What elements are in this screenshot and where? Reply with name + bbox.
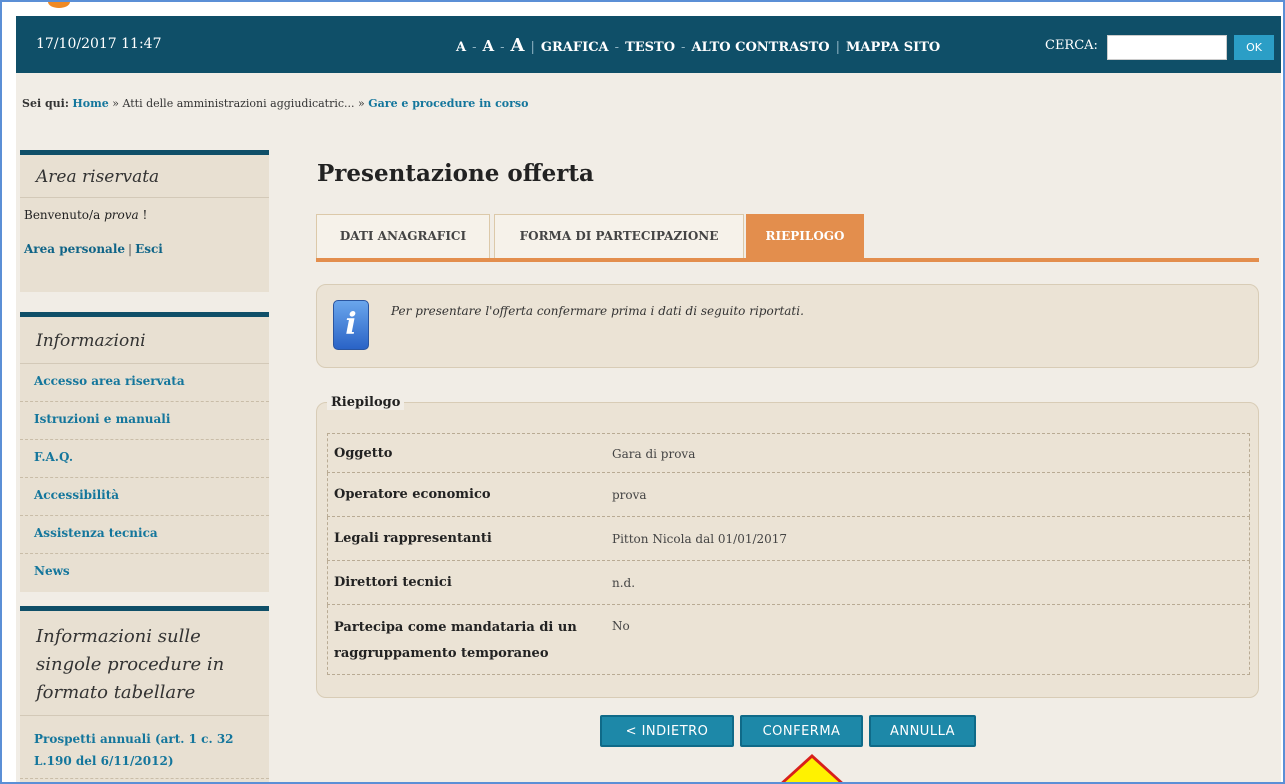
font-size-medium-link[interactable]: A: [483, 37, 495, 55]
row-key: Legali rappresentanti: [334, 531, 492, 546]
grafica-link[interactable]: GRAFICA: [541, 40, 609, 55]
tab-riepilogo[interactable]: RIEPILOGO: [746, 214, 864, 258]
sidebar-item-istruzioni[interactable]: Istruzioni e manuali: [20, 402, 269, 440]
search-label: CERCA:: [1045, 38, 1098, 53]
breadcrumb-bar: Sei qui: Home » Atti delle amministrazio…: [16, 73, 1281, 135]
panel-title: Informazioni sulle singole procedure in …: [20, 611, 269, 716]
username: prova: [104, 208, 139, 222]
row-value: No: [612, 619, 630, 633]
font-size-large-link[interactable]: A: [511, 35, 525, 56]
accessibility-tools: A - A - A | GRAFICA - TESTO - ALTO CONTRASTO | MAPPA…: [456, 35, 940, 56]
breadcrumb-prefix: Sei qui:: [22, 97, 69, 110]
breadcrumb: Sei qui: Home » Atti delle amministrazio…: [22, 97, 528, 110]
tab-forma-partecipazione[interactable]: FORMA DI PARTECIPAZIONE: [494, 214, 744, 258]
alto-contrasto-link[interactable]: ALTO CONTRASTO: [691, 40, 829, 55]
account-links: Area personale | Esci: [20, 222, 269, 256]
separator: -: [681, 40, 686, 55]
separator: -: [500, 40, 505, 55]
esci-link[interactable]: Esci: [135, 242, 163, 256]
search-ok-button[interactable]: OK: [1234, 35, 1274, 60]
info-icon: i: [333, 300, 369, 350]
row-key: Partecipa come mandataria di un raggrupp…: [334, 620, 577, 661]
search-input[interactable]: [1107, 35, 1227, 60]
separator: |: [835, 40, 841, 55]
area-personale-link[interactable]: Area personale: [24, 242, 125, 256]
mappa-sito-link[interactable]: MAPPA SITO: [846, 40, 940, 55]
welcome-prefix: Benvenuto/a: [24, 208, 101, 222]
annotation-arrow-fill: [772, 758, 852, 782]
top-bar: 17/10/2017 11:47 A - A - A | GRAFICA - TESTO - ALT…: [16, 16, 1281, 73]
breadcrumb-home-link[interactable]: Home: [72, 97, 108, 110]
datetime: 17/10/2017 11:47: [36, 36, 162, 52]
breadcrumb-separator: »: [358, 97, 365, 110]
sidebar-item-faq[interactable]: F.A.Q.: [20, 440, 269, 478]
separator: -: [472, 40, 477, 55]
row-value: prova: [612, 488, 647, 502]
summary-title: Riepilogo: [327, 395, 405, 410]
table-row: Partecipa come mandataria di un raggrupp…: [327, 605, 1250, 675]
welcome-text: Benvenuto/a prova !: [20, 198, 269, 222]
logo-icon: [48, 2, 70, 8]
sidebar-item-accesso[interactable]: Accesso area riservata: [20, 364, 269, 402]
panel-title: Informazioni: [20, 317, 269, 364]
row-value: n.d.: [612, 576, 636, 590]
page-title: Presentazione offerta: [317, 160, 594, 187]
table-row: Operatore economico prova: [327, 473, 1250, 517]
sidebar-item-accessibilita[interactable]: Accessibilità: [20, 478, 269, 516]
confirm-button[interactable]: CONFERMA: [740, 715, 863, 747]
table-row: Oggetto Gara di prova: [327, 433, 1250, 473]
browser-frame: 17/10/2017 11:47 A - A - A | GRAFICA - TESTO - ALT…: [0, 0, 1285, 784]
info-message-box: i Per presentare l'offerta confermare pr…: [316, 284, 1259, 368]
summary-fieldset: Riepilogo Oggetto Gara di prova Operator…: [316, 395, 1259, 698]
breadcrumb-separator: »: [112, 97, 119, 110]
font-size-small-link[interactable]: A: [456, 40, 466, 55]
row-key: Oggetto: [334, 446, 393, 461]
testo-link[interactable]: TESTO: [625, 40, 675, 55]
informazioni-panel: Informazioni Accesso area riservata Istr…: [20, 312, 269, 592]
table-row: Direttori tecnici n.d.: [327, 561, 1250, 605]
area-riservata-panel: Area riservata Benvenuto/a prova ! Area …: [20, 150, 269, 292]
row-value: Pitton Nicola dal 01/01/2017: [612, 532, 788, 546]
sidebar-item-news[interactable]: News: [20, 554, 269, 592]
info-message: Per presentare l'offerta confermare prim…: [391, 304, 804, 318]
procedure-panel: Informazioni sulle singole procedure in …: [20, 606, 269, 782]
welcome-suffix: !: [142, 208, 148, 222]
cancel-button[interactable]: ANNULLA: [869, 715, 976, 747]
breadcrumb-current-link[interactable]: Gare e procedure in corso: [368, 97, 528, 110]
separator: |: [530, 40, 535, 55]
back-button[interactable]: < INDIETRO: [600, 715, 734, 747]
breadcrumb-middle-link[interactable]: Atti delle amministrazioni aggiudicatric…: [123, 97, 355, 110]
row-key: Direttori tecnici: [334, 575, 452, 590]
row-key: Operatore economico: [334, 487, 491, 502]
separator: -: [614, 40, 620, 55]
tab-underline: [316, 258, 1259, 262]
separator: |: [128, 242, 133, 256]
tab-dati-anagrafici[interactable]: DATI ANAGRAFICI: [316, 214, 490, 258]
row-value: Gara di prova: [612, 447, 696, 461]
panel-title: Area riservata: [20, 155, 269, 198]
summary-table: Oggetto Gara di prova Operatore economic…: [327, 433, 1250, 675]
table-row: Legali rappresentanti Pitton Nicola dal …: [327, 517, 1250, 561]
sidebar-item-assistenza[interactable]: Assistenza tecnica: [20, 516, 269, 554]
sidebar-item-prospetti[interactable]: Prospetti annuali (art. 1 c. 32 L.190 de…: [20, 716, 269, 779]
